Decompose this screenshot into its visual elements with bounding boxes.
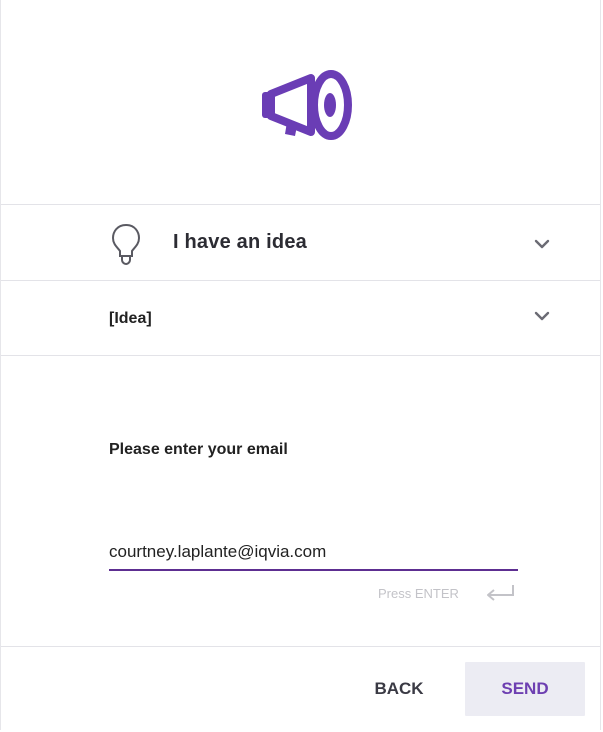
action-footer: BACK SEND [1,646,600,731]
chevron-down-icon[interactable] [533,310,551,322]
email-prompt: Please enter your email [109,441,288,458]
email-field[interactable] [109,535,518,571]
feedback-panel: I have an idea [Idea] Please enter your … [0,0,601,730]
category-dropdown[interactable]: I have an idea [1,205,600,281]
megaphone-icon [262,70,352,140]
press-enter-hint: Press ENTER [378,586,459,601]
feedback-header [1,0,600,205]
lightbulb-icon [111,223,141,265]
chevron-down-icon[interactable] [533,238,551,250]
back-button[interactable]: BACK [357,662,441,716]
send-button[interactable]: SEND [465,662,585,716]
category-label: I have an idea [173,231,307,253]
subcategory-label: [Idea] [109,310,152,327]
enter-key-icon [487,585,514,601]
subcategory-dropdown[interactable]: [Idea] [1,281,600,356]
